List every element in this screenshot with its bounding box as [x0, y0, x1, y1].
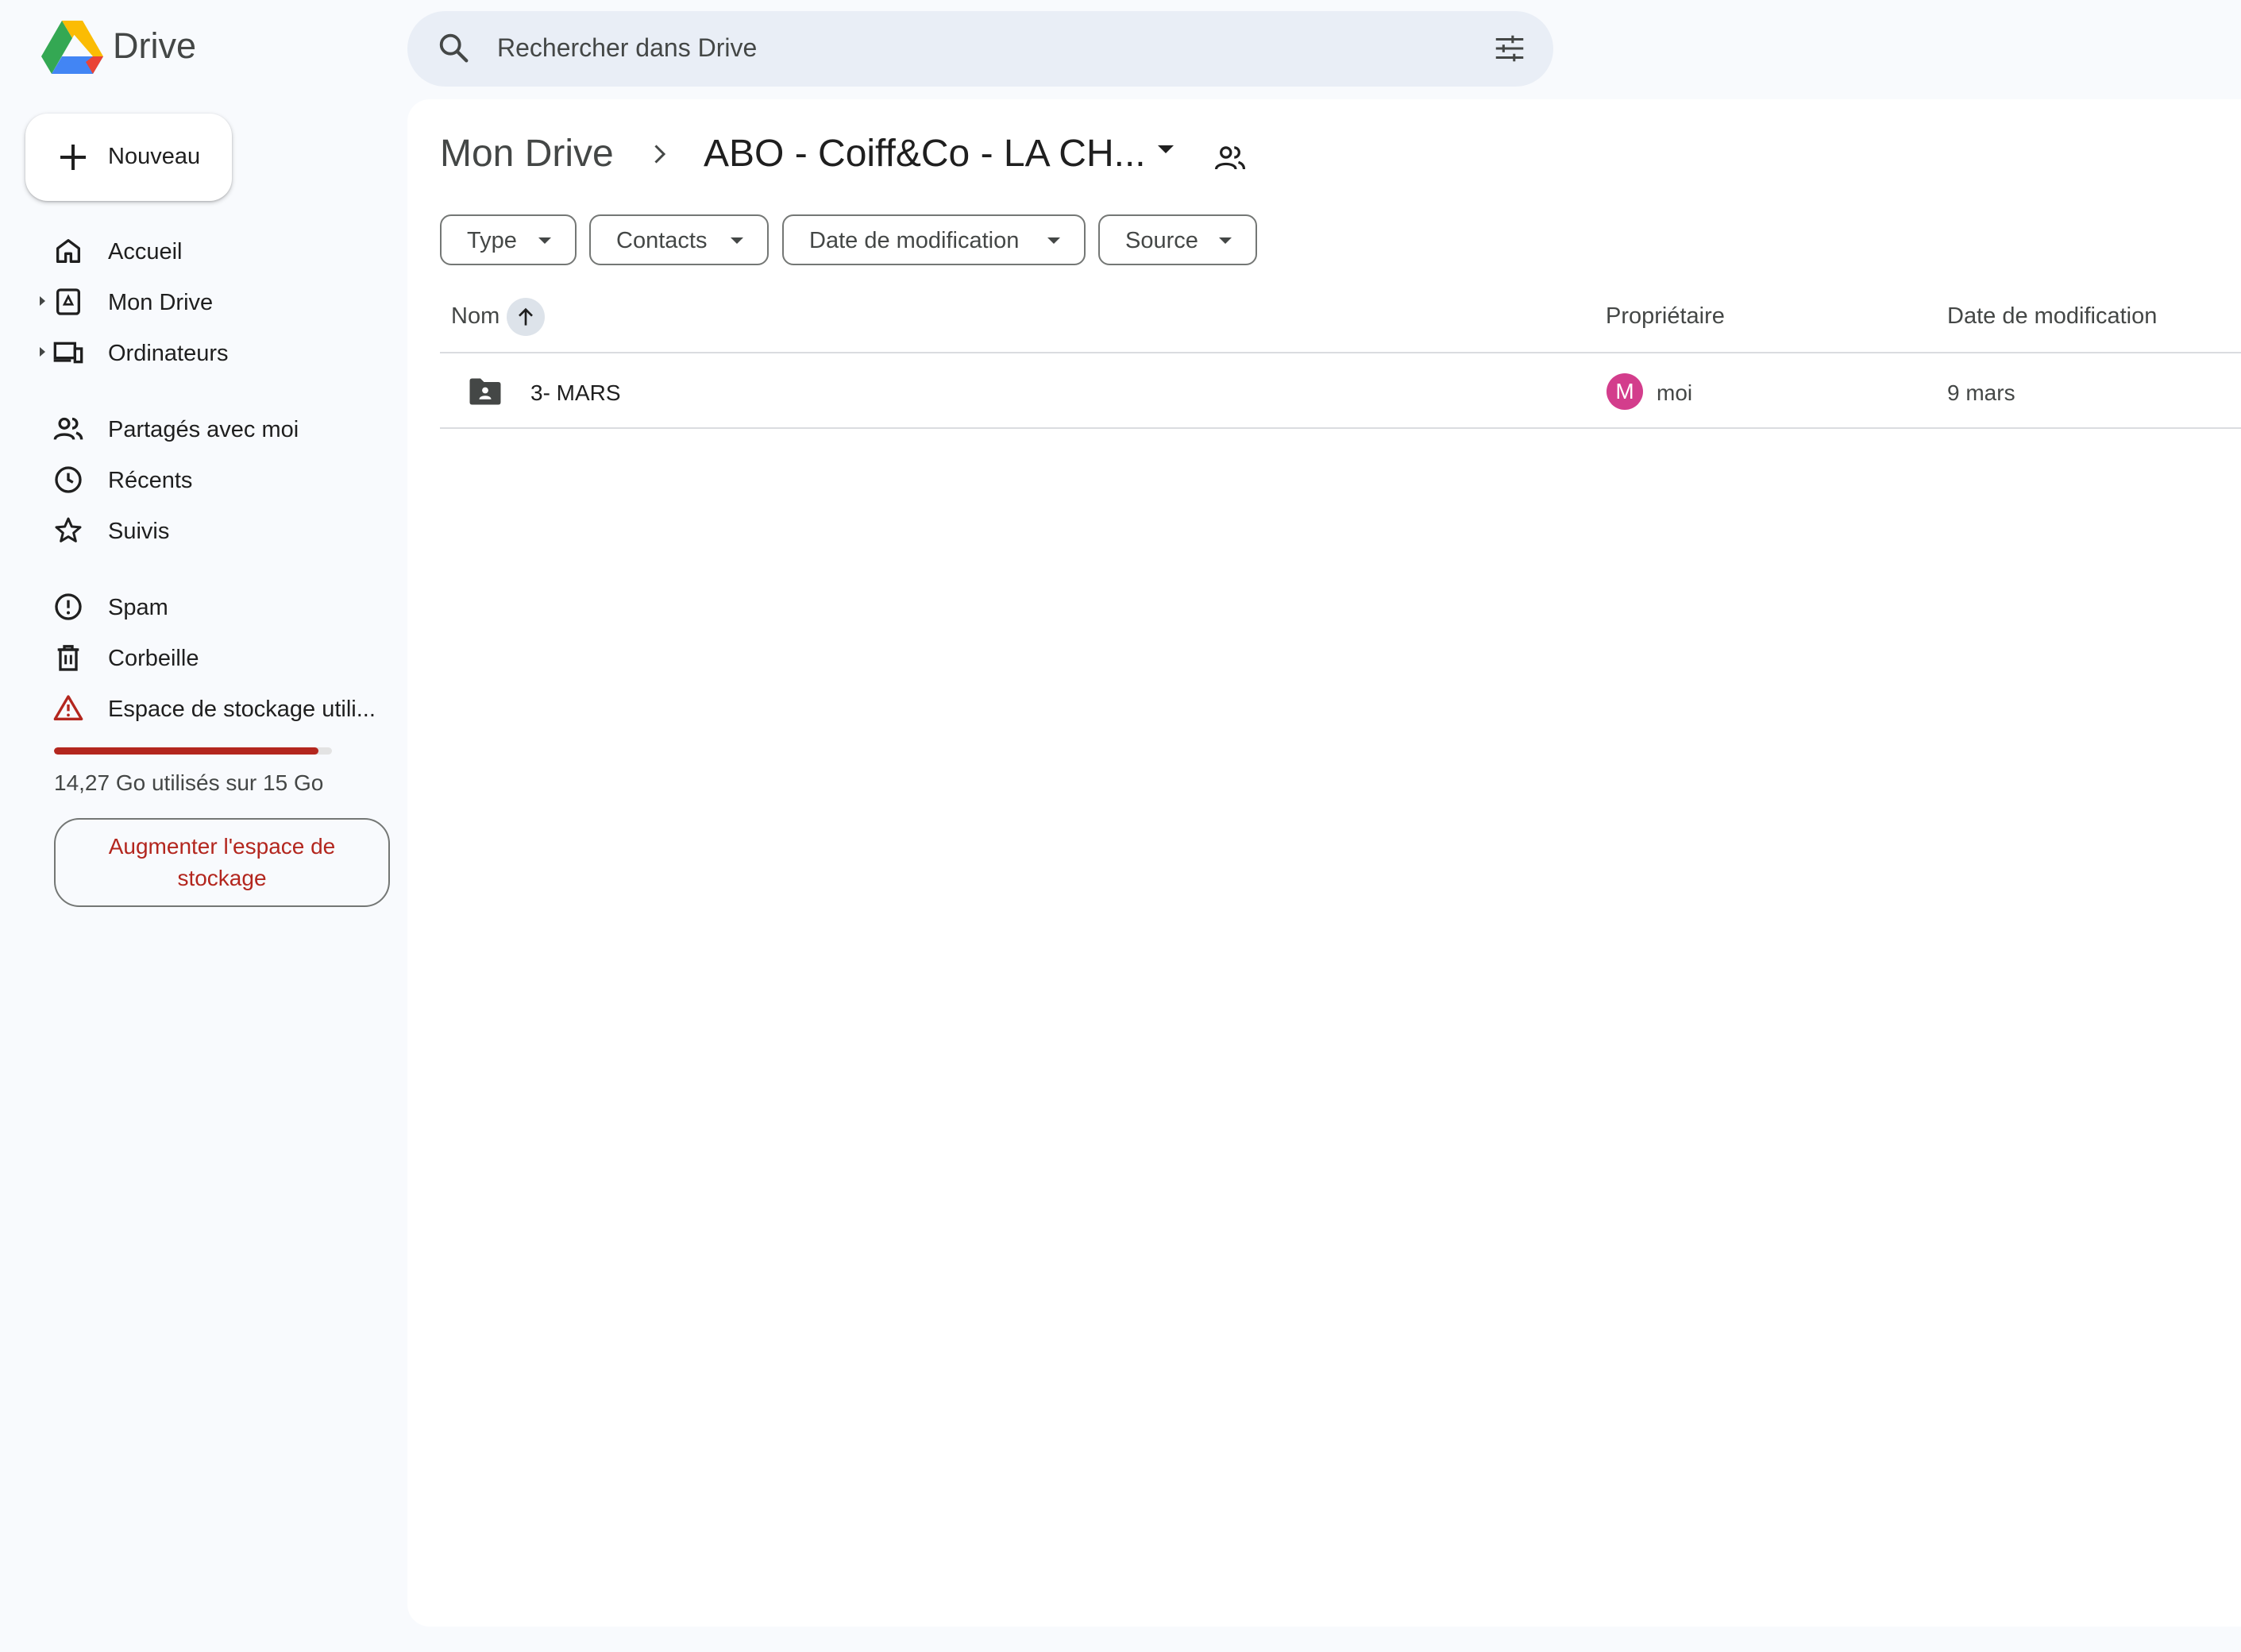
sidebar-item-shared[interactable]: Partagés avec moi [32, 405, 405, 453]
column-header-name[interactable]: Nom [451, 303, 499, 330]
sidebar-item-label: Accueil [108, 239, 183, 264]
spam-icon [55, 593, 82, 620]
search-icon[interactable] [436, 30, 472, 67]
computers-icon [53, 342, 83, 364]
folder-menu-dropdown-icon[interactable] [1158, 145, 1174, 153]
upgrade-storage-button[interactable]: Augmenter l'espace de stockage [54, 818, 390, 907]
sidebar-item-my-drive[interactable]: Mon Drive [32, 278, 405, 326]
table-row-divider [440, 427, 2241, 429]
sort-direction-button[interactable] [507, 298, 545, 336]
shared-folder-icon[interactable] [1213, 141, 1247, 175]
search-options-icon[interactable] [1491, 30, 1528, 67]
chevron-right-icon [654, 145, 666, 164]
filter-source-label: Source [1125, 228, 1198, 253]
dropdown-arrow-icon [538, 237, 551, 244]
sidebar-item-label: Suivis [108, 519, 170, 544]
filter-date-chip[interactable]: Date de modification [782, 214, 1086, 265]
sidebar-item-label: Ordinateurs [108, 341, 229, 366]
column-header-modified[interactable]: Date de modification [1947, 303, 2157, 330]
home-icon [56, 239, 81, 263]
star-icon [55, 517, 82, 542]
filter-contacts-label: Contacts [616, 228, 708, 253]
file-name[interactable]: 3- MARS [530, 380, 621, 406]
sidebar-item-label: Espace de stockage utili... [108, 697, 376, 722]
sidebar-item-label: Spam [108, 595, 168, 620]
filter-contacts-chip[interactable]: Contacts [589, 214, 769, 265]
filter-type-label: Type [467, 228, 517, 253]
breadcrumb-current-folder[interactable]: ABO - Coiff&Co - LA CH... [704, 132, 1146, 176]
sidebar-item-label: Partagés avec moi [108, 417, 299, 442]
plus-icon [60, 145, 86, 170]
filter-type-chip[interactable]: Type [440, 214, 577, 265]
dropdown-arrow-icon [1047, 237, 1060, 244]
dropdown-arrow-icon [1219, 237, 1232, 244]
file-owner: moi [1657, 380, 1693, 405]
drive-logo-icon [41, 21, 103, 74]
filter-date-label: Date de modification [809, 228, 1020, 253]
shared-folder-icon [469, 378, 501, 405]
app-name: Drive [113, 25, 197, 66]
trash-icon [57, 645, 79, 671]
new-button[interactable]: Nouveau [25, 114, 232, 201]
sidebar-item-label: Récents [108, 468, 193, 493]
file-modified-date: 9 mars [1947, 380, 2015, 405]
sidebar-item-storage[interactable]: Espace de stockage utili... [32, 685, 405, 732]
sidebar-item-recent[interactable]: Récents [32, 456, 405, 504]
sidebar-item-starred[interactable]: Suivis [32, 507, 405, 554]
sidebar-item-spam[interactable]: Spam [32, 583, 405, 631]
sidebar-item-home[interactable]: Accueil [32, 227, 405, 275]
search-bar[interactable]: Rechercher dans Drive [407, 11, 1553, 87]
warning-icon [53, 695, 83, 720]
new-button-label: Nouveau [108, 144, 201, 169]
sidebar-item-label: Corbeille [108, 646, 199, 671]
sidebar-item-label: Mon Drive [108, 290, 214, 315]
arrow-up-icon [519, 307, 533, 326]
storage-progress-bar [54, 747, 332, 755]
my-drive-icon [56, 288, 80, 315]
filter-source-chip[interactable]: Source [1098, 214, 1257, 265]
search-input[interactable]: Rechercher dans Drive [497, 33, 757, 63]
table-header-divider [440, 352, 2241, 353]
shared-icon [53, 417, 83, 440]
storage-usage-text: 14,27 Go utilisés sur 15 Go [54, 770, 324, 795]
expand-caret-icon[interactable] [40, 296, 45, 306]
clock-icon [55, 466, 82, 493]
sidebar-item-computers[interactable]: Ordinateurs [32, 329, 405, 376]
column-header-owner[interactable]: Propriétaire [1606, 303, 1725, 330]
avatar: M [1606, 373, 1643, 410]
breadcrumb-root[interactable]: Mon Drive [440, 132, 614, 176]
storage-progress-fill [54, 747, 318, 755]
dropdown-arrow-icon [731, 237, 743, 244]
sidebar-item-trash[interactable]: Corbeille [32, 634, 405, 681]
expand-caret-icon[interactable] [40, 347, 45, 357]
drive-logo[interactable] [41, 21, 103, 76]
